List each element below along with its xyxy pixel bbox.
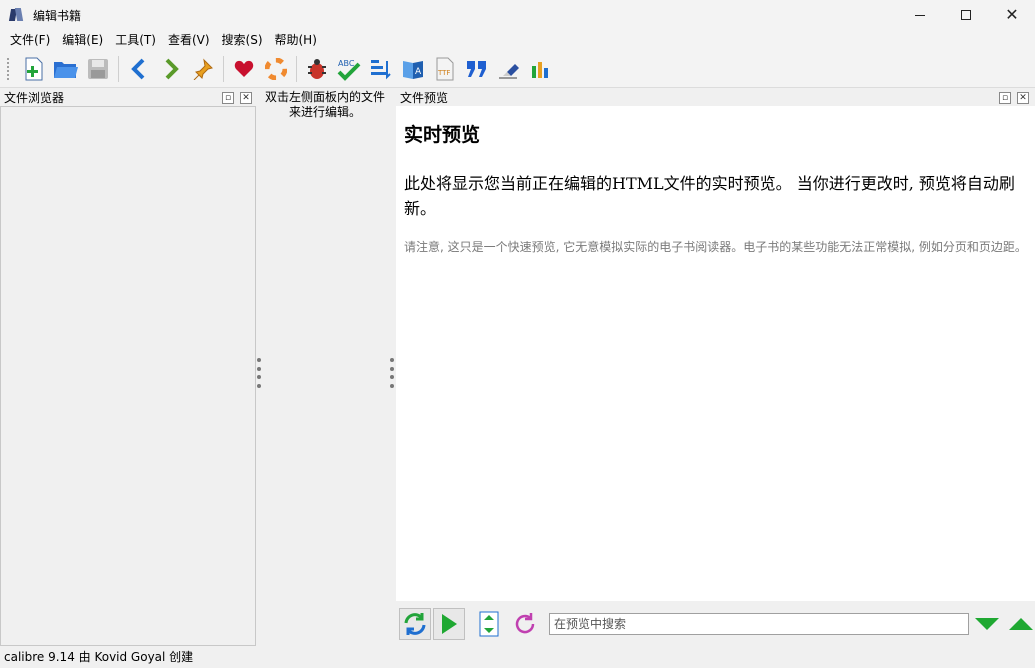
- left-splitter-handle[interactable]: [257, 358, 261, 388]
- file-browser-panel[interactable]: [0, 106, 256, 646]
- menu-file[interactable]: 文件(F): [4, 30, 56, 50]
- spellcheck-button[interactable]: ABC: [333, 53, 365, 85]
- preview-controls: [396, 601, 1035, 646]
- window-title: 编辑书籍: [33, 8, 82, 23]
- back-arrow-icon: [131, 58, 145, 79]
- close-panel-button[interactable]: ✕: [240, 91, 252, 104]
- sort-button[interactable]: [365, 53, 397, 85]
- heart-icon: [234, 60, 254, 77]
- open-folder-button[interactable]: [50, 53, 82, 85]
- remove-formatting-button[interactable]: [493, 53, 525, 85]
- minimize-button[interactable]: [897, 0, 943, 30]
- forward-arrow-icon: [165, 58, 179, 79]
- find-next-icon[interactable]: [975, 617, 999, 630]
- find-previous-icon[interactable]: [1009, 617, 1033, 630]
- file-browser-title: 文件浏览器: [4, 91, 65, 105]
- svg-text:ABC: ABC: [338, 59, 355, 68]
- menu-edit[interactable]: 编辑(E): [56, 30, 109, 50]
- checkpoint-button[interactable]: [187, 53, 219, 85]
- open-folder-icon: [54, 61, 78, 78]
- menu-search[interactable]: 搜索(S): [216, 30, 269, 50]
- preview-paragraph: 此处将显示您当前正在编辑的HTML文件的实时预览。 当你进行更改时, 预览将自动…: [404, 174, 1015, 218]
- close-button[interactable]: ✕: [989, 0, 1035, 30]
- check-book-button[interactable]: [301, 53, 333, 85]
- spellcheck-icon: ABC: [337, 59, 361, 81]
- new-file-icon: [25, 57, 43, 80]
- sort-icon: [371, 59, 391, 79]
- menu-bar: 文件(F) 编辑(E) 工具(T) 查看(V) 搜索(S) 帮助(H): [0, 30, 1035, 50]
- editor-placeholder-message: 双击左侧面板内的文件来进行编辑。: [264, 90, 385, 119]
- float-preview-button[interactable]: ▫: [999, 91, 1011, 104]
- bug-icon: [308, 58, 326, 79]
- menu-view[interactable]: 查看(V): [162, 30, 216, 50]
- save-button[interactable]: [82, 53, 114, 85]
- preview-header: 文件预览 ▫ ✕: [396, 89, 1035, 106]
- menu-help[interactable]: 帮助(H): [269, 30, 323, 50]
- close-icon: ✕: [1005, 5, 1019, 24]
- quote-icon: [467, 60, 486, 77]
- window-controls: ✕: [897, 0, 1035, 30]
- lifebuoy-icon: [265, 57, 287, 80]
- new-file-button[interactable]: [18, 53, 50, 85]
- preview-heading: 实时预览: [404, 124, 481, 146]
- font-file-icon: TTF: [436, 57, 454, 80]
- live-preview-pane: 实时预览 此处将显示您当前正在编辑的HTML文件的实时预览。 当你进行更改时, …: [396, 106, 1035, 601]
- calibre-app-icon: [8, 7, 25, 23]
- toolbar-separator: [296, 55, 297, 82]
- eraser-icon: [499, 63, 519, 79]
- donate-button[interactable]: [228, 53, 260, 85]
- maximize-icon: [961, 10, 971, 20]
- reports-icon: [532, 61, 548, 78]
- play-icon: [442, 613, 457, 634]
- toolbar-separator: [118, 55, 119, 82]
- live-preview-toggle[interactable]: [433, 607, 465, 640]
- back-button[interactable]: [123, 53, 155, 85]
- pin-icon: [193, 58, 213, 80]
- reload-icon: [515, 612, 535, 633]
- sync-arrows-icon: [479, 611, 499, 636]
- preview-search-input[interactable]: [549, 612, 969, 635]
- title-bar: 编辑书籍 ✕: [0, 0, 1035, 30]
- file-browser-header: 文件浏览器 ▫ ✕: [0, 89, 258, 106]
- preview-title: 文件预览: [400, 91, 449, 105]
- quotes-button[interactable]: [461, 53, 493, 85]
- toolbar-grip[interactable]: [6, 56, 10, 81]
- reports-button[interactable]: [525, 53, 557, 85]
- minimize-icon: [915, 14, 925, 16]
- menu-tools[interactable]: 工具(T): [109, 30, 162, 50]
- translate-button[interactable]: A: [397, 53, 429, 85]
- toolbar-separator: [223, 55, 224, 82]
- svg-text:TTF: TTF: [437, 69, 450, 77]
- close-preview-button[interactable]: ✕: [1017, 91, 1029, 104]
- svg-text:A: A: [415, 67, 422, 77]
- status-bar: calibre 9.14 由 Kovid Goyal 创建: [0, 647, 1035, 668]
- sync-scroll-button[interactable]: [473, 608, 505, 640]
- toolbar: ABC A TTF: [0, 50, 1035, 88]
- preview-note: 请注意, 这只是一个快速预览, 它无意模拟实际的电子书阅读器。电子书的某些功能无…: [404, 240, 1027, 254]
- maximize-button[interactable]: [943, 0, 989, 30]
- refresh-icon: [404, 612, 426, 635]
- fonts-button[interactable]: TTF: [429, 53, 461, 85]
- forward-button[interactable]: [155, 53, 187, 85]
- auto-refresh-button[interactable]: [399, 607, 431, 640]
- reload-button[interactable]: [509, 608, 541, 640]
- translate-icon: A: [403, 60, 423, 79]
- save-icon: [88, 58, 108, 79]
- help-button[interactable]: [260, 53, 292, 85]
- right-splitter-handle[interactable]: [390, 358, 394, 388]
- float-panel-button[interactable]: ▫: [222, 91, 234, 104]
